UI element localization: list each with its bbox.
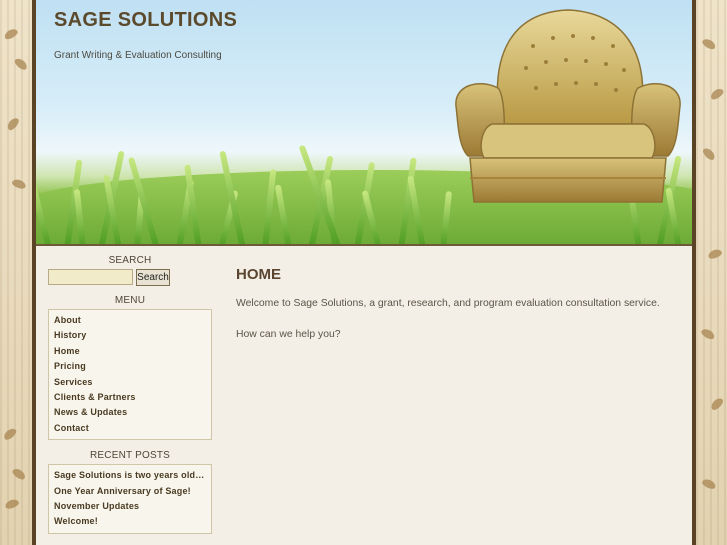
menu-item-about[interactable]: About — [54, 313, 206, 328]
menu-item-contact[interactable]: Contact — [54, 421, 206, 436]
menu-title: MENU — [114, 295, 146, 306]
recent-posts-title: RECENT POSTS — [89, 450, 170, 462]
menu-item-news-updates[interactable]: News & Updates — [54, 405, 206, 420]
intro-paragraph: Welcome to Sage Solutions, a grant, rese… — [236, 298, 660, 309]
site-tagline: Grant Writing & Evaluation Consulting — [54, 50, 222, 61]
recent-post-link[interactable]: November Updates — [54, 499, 206, 514]
recent-posts-list: Sage Solutions is two years old… One Yea… — [48, 464, 212, 534]
armchair-image — [455, 9, 681, 203]
wood-panel-right — [696, 0, 727, 545]
menu-item-clients-partners[interactable]: Clients & Partners — [54, 390, 206, 405]
page: SAGE SOLUTIONS Grant Writing & Evaluatio… — [36, 0, 692, 545]
menu-item-pricing[interactable]: Pricing — [54, 359, 206, 374]
menu-item-home[interactable]: Home — [54, 344, 206, 359]
recent-post-link[interactable]: Sage Solutions is two years old… — [54, 468, 206, 483]
menu-list: About History Home Pricing Services Clie… — [48, 309, 212, 441]
page-border-right — [692, 0, 696, 545]
menu-item-history[interactable]: History — [54, 328, 206, 343]
search-form: Search — [48, 269, 212, 286]
search-input[interactable] — [48, 269, 133, 285]
menu-item-services[interactable]: Services — [54, 375, 206, 390]
page-title: HOME — [236, 266, 281, 283]
header-divider — [36, 244, 692, 246]
help-paragraph: How can we help you? — [236, 329, 341, 340]
main-content: HOME Welcome to Sage Solutions, a grant,… — [236, 266, 676, 360]
sidebar: SEARCH Search MENU About History Home Pr… — [48, 255, 212, 544]
site-header: SAGE SOLUTIONS Grant Writing & Evaluatio… — [36, 0, 692, 245]
recent-post-link[interactable]: One Year Anniversary of Sage! — [54, 484, 206, 499]
site-title[interactable]: SAGE SOLUTIONS — [54, 9, 237, 32]
recent-post-link[interactable]: Welcome! — [54, 514, 206, 529]
search-button[interactable]: Search — [136, 269, 170, 286]
search-title: SEARCH — [108, 255, 152, 266]
wood-panel-left — [0, 0, 32, 545]
